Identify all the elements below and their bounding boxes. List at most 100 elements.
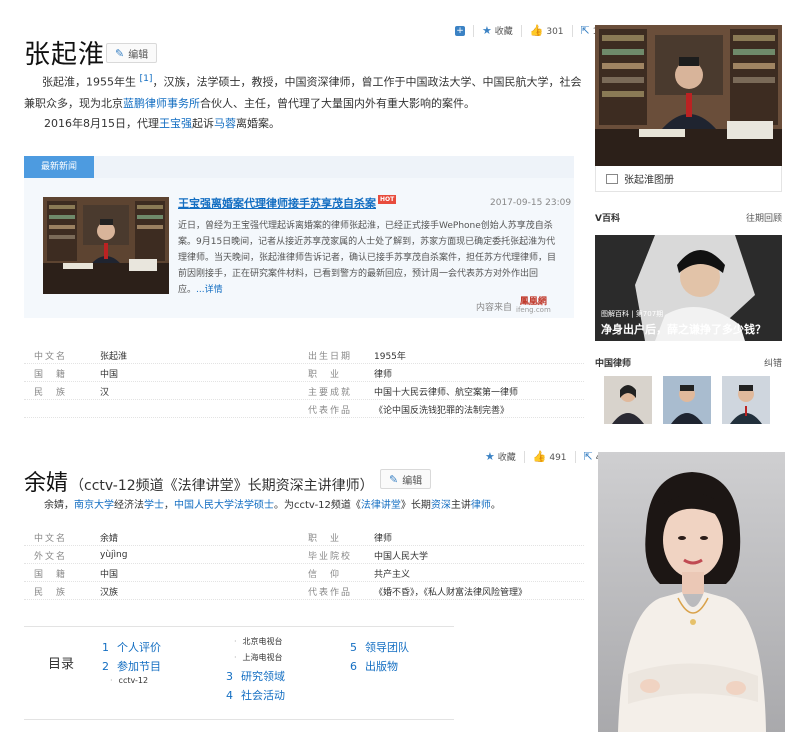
lawyer-thumbnail[interactable] [663,376,711,424]
album-link[interactable]: 张起淮图册 [595,166,782,192]
like-button[interactable]: 👍 491 [533,450,567,463]
info-key: 出生日期 [308,351,353,362]
toc-item[interactable]: 4 社会活动 [226,687,285,703]
case-text: 离婚案。 [236,117,280,130]
like-count: 301 [546,27,564,37]
nju-link[interactable]: 南京大学 [74,500,114,511]
info-value: 余婧 [100,533,119,544]
portrait-photo[interactable] [595,25,782,166]
lawyers-feedback-link[interactable]: 纠错 [764,356,782,369]
news-body-text: 近日，曾经为王宝强代理起诉离婚案的律师张起淮，已经正式接手WePhone创始人苏… [178,221,557,295]
news-title-link[interactable]: 王宝强离婚案代理律师接手苏享茂自杀案 HOT [178,195,397,211]
ruc-link[interactable]: 中国人民大学法学硕士 [174,500,274,511]
law-lecture-link[interactable]: 法律讲堂 [361,500,401,511]
toc-item[interactable]: 1 个人评价 [102,639,161,655]
like-count: 491 [549,453,567,463]
info-value: 律师 [374,533,393,544]
pencil-icon: ✎ [389,472,399,486]
stats-bar: + ★ 收藏 👍 301 ⇱ 104 [455,24,610,37]
thumbs-up-icon: 👍 [532,450,547,463]
wangbaoqiang-link[interactable]: 王宝强 [159,117,192,130]
page-title: 张起淮 [24,40,106,70]
info-key: 国 籍 [34,369,68,380]
reference-link[interactable]: [1] [140,73,153,84]
toc-item-label: 领导团队 [365,641,409,654]
info-value: 共产主义 [374,569,411,580]
vbaike-title: V百科 [595,214,620,224]
thumbs-up-icon: 👍 [529,24,544,37]
toc-item[interactable]: 2 参加节目 [102,658,161,674]
summary-text: 合伙人、主任，曾代理了大量国内外有重大影响的案件。 [200,96,475,110]
news-title-text: 王宝强离婚案代理律师接手苏享茂自杀案 [178,197,376,210]
star-icon: ★ [482,24,492,37]
lawyer-thumbnail[interactable] [722,376,770,424]
summary-text: 余婧， [44,500,74,511]
favorite-label: 收藏 [497,453,516,463]
summary-text: 。为cctv-12频道《 [274,500,361,511]
senior-link[interactable]: 资深 [431,500,451,511]
edit-button[interactable]: ✎ 编辑 [106,43,158,63]
portrait-photo[interactable] [598,452,785,732]
add-icon[interactable]: + [455,25,465,36]
favorite-button[interactable]: ★ 收藏 [485,450,516,463]
summary-text: 》长期 [400,500,431,511]
toc-item[interactable]: 6 出版物 [350,658,398,674]
toc-item[interactable]: 5 领导团队 [350,639,409,655]
law-firm-link[interactable]: 蓝鹏律师事务所 [123,97,200,110]
info-value: 中国人民大学 [374,551,429,562]
toc-subitem[interactable]: cctv-12 [110,676,149,685]
info-value: 中国十大民云律师、航空案第一律师 [374,387,519,398]
toc-item[interactable]: 3 研究领域 [226,668,285,684]
info-key: 职 业 [308,369,342,380]
lawyer-photo [722,376,770,424]
lawyer-office-photo [43,197,169,294]
table-row: 代表作品 《论中国反洗钱犯罪的法制完善》 [24,401,584,418]
lawyer-link[interactable]: 律师 [471,500,491,511]
vbaike-header: V百科 往期回顾 [595,211,782,231]
bachelor-link[interactable]: 学士 [144,500,164,511]
summary-text: 张起淮，1955年生 [42,75,140,89]
favorite-label: 收藏 [494,27,513,37]
info-value: 律师 [374,369,393,380]
news-tab-bar: 最新新闻 [24,156,574,178]
table-row: 国 籍 中国 信 仰 共产主义 [24,565,584,582]
news-source: 内容来自 鳳凰網 ifeng.com [476,298,551,315]
table-row: 国 籍 中国 职 业 律师 [24,365,584,382]
vbaike-feature[interactable]: 图解百科 | 第707期 净身出户后，薛之谦挣了多少钱？ [595,235,782,341]
table-row: 民 族 汉族 代表作品 《婚不昏》，《私人财富法律风险管理》 [24,583,584,600]
info-key: 中文名 [34,351,68,362]
favorite-button[interactable]: ★ 收藏 [482,24,513,37]
toc-subitem[interactable]: 上海电视台 [234,652,283,663]
toc-item-label: 个人评价 [117,641,161,654]
tab-latest-news[interactable]: 最新新闻 [24,156,94,178]
lawyers-header: 中国律师 纠错 [595,356,782,369]
like-button[interactable]: 👍 301 [530,24,564,37]
info-value: 汉族 [100,587,119,598]
vbaike-caption: 净身出户后，薛之谦挣了多少钱？ [601,323,766,336]
page-title: 余婧 （cctv-12频道《法律讲堂》长期资深主讲律师） [24,465,374,497]
toc-number: 5 [350,641,357,654]
toc-label: 目录 [48,657,75,672]
table-row: 民 族 汉 主要成就 中国十大民云律师、航空案第一律师 [24,383,584,400]
edit-button[interactable]: ✎ 编辑 [380,469,432,489]
ifeng-domain: ifeng.com [516,306,551,314]
star-icon: ★ [485,450,495,463]
toc-item-label: 研究领域 [241,670,285,683]
info-value: 汉 [100,387,110,398]
info-value: yùjìng [100,550,128,560]
vbaike-archive-link[interactable]: 往期回顾 [746,211,782,231]
marong-link[interactable]: 马蓉 [214,117,236,130]
stats-bar: ★ 收藏 👍 491 ⇱ 47 [485,450,607,463]
news-date: 2017-09-15 23:09 [490,198,572,208]
lawyer-thumbnail[interactable] [604,376,652,424]
toc-subitem[interactable]: 北京电视台 [234,636,283,647]
person-name: 余婧 [24,471,69,496]
ifeng-logo[interactable]: 鳳凰網 ifeng.com [516,298,551,315]
toc-number: 3 [226,670,233,683]
image-icon [606,173,618,184]
news-more-link[interactable]: ...详情 [196,285,223,295]
toc-number: 6 [350,660,357,673]
news-thumbnail[interactable] [43,197,169,294]
summary-text: 经济法 [114,500,144,511]
pencil-icon: ✎ [115,46,125,60]
